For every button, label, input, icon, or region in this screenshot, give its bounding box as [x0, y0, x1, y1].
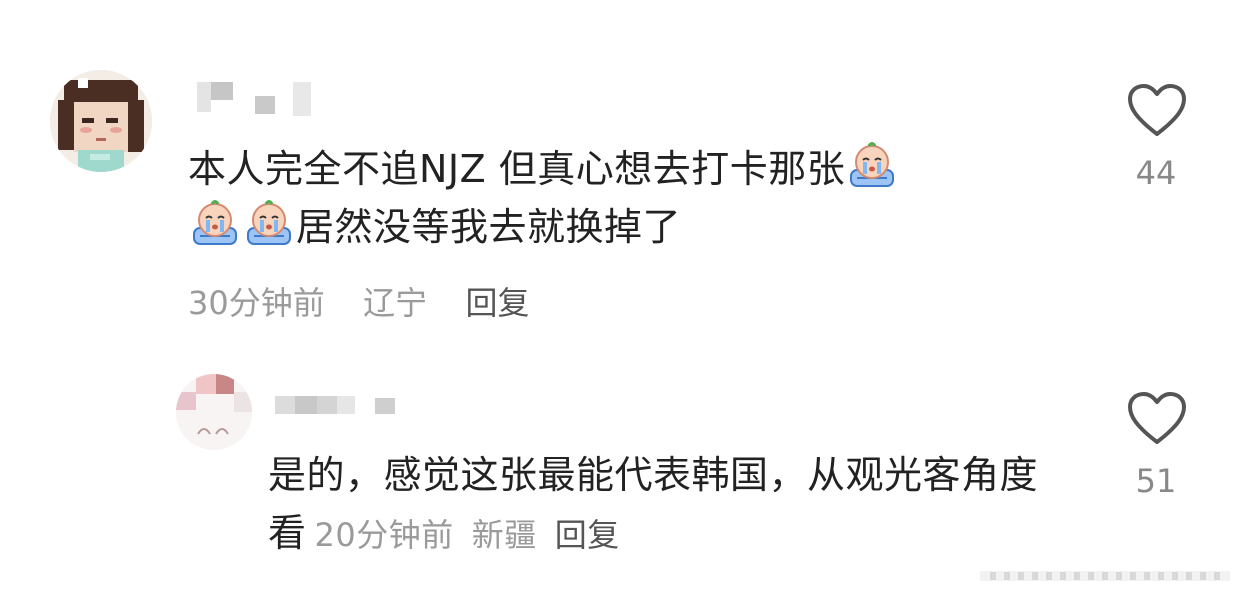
- avatar-image: [176, 374, 252, 450]
- comment-text: 是的，感觉这张最能代表韩国，从观光客角度看 20分钟前 新疆 回复: [268, 446, 1068, 564]
- like-count: 44: [1135, 154, 1177, 192]
- blurred-username-image: [275, 396, 395, 414]
- comment-meta: 20分钟前 新疆 回复: [315, 516, 620, 554]
- comment-text-line1: 本人完全不追NJZ 但真心想去打卡那张: [188, 147, 846, 191]
- comment-text-line2: 居然没等我去就换掉了: [296, 205, 682, 249]
- blurred-username-image: [197, 82, 311, 116]
- heart-icon: [1128, 392, 1186, 444]
- comment-location: 新疆: [471, 516, 537, 554]
- reply-button[interactable]: 回复: [555, 516, 620, 554]
- avatar-image: [50, 70, 152, 172]
- comment-time: 30分钟前: [188, 284, 325, 322]
- username-blurred[interactable]: [275, 392, 400, 418]
- reply-button[interactable]: 回复: [465, 284, 529, 322]
- comment-meta: 30分钟前 辽宁 回复: [188, 278, 529, 328]
- avatar[interactable]: [176, 374, 252, 450]
- crying-emoji-icon: [244, 198, 294, 248]
- avatar[interactable]: [50, 70, 152, 172]
- crying-emoji-icon: [847, 140, 897, 190]
- like-button[interactable]: [1126, 390, 1188, 448]
- like-count: 51: [1135, 462, 1177, 500]
- crying-emoji-icon: [190, 198, 240, 248]
- comment-location: 辽宁: [363, 284, 428, 322]
- comment-text: 本人完全不追NJZ 但真心想去打卡那张 居然没等我去就换掉了: [188, 140, 1048, 256]
- watermark-bar: [980, 565, 1230, 585]
- comment-time: 20分钟前: [314, 516, 454, 554]
- like-button[interactable]: [1126, 82, 1188, 140]
- heart-icon: [1128, 84, 1186, 136]
- username-blurred[interactable]: [195, 80, 315, 120]
